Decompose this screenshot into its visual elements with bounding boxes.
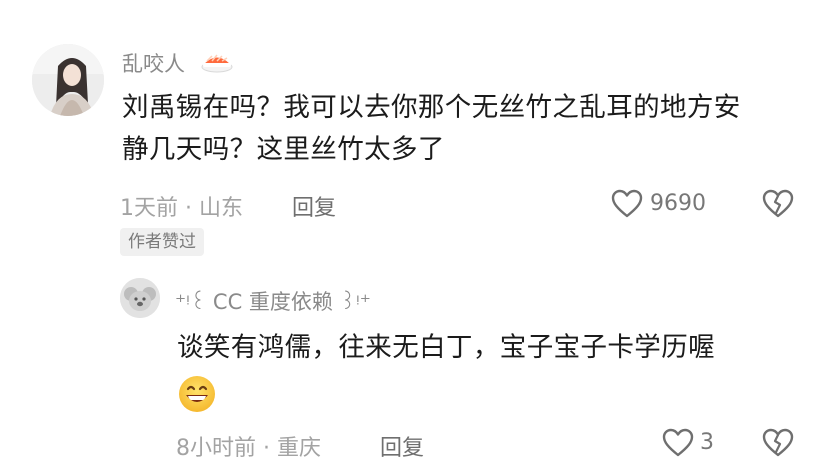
- reply-username[interactable]: ⁺ᵎ꒰ CC 重度依赖 ꒱ᵎ⁺: [175, 286, 371, 316]
- comment-meta: 1天前 · 山东: [120, 196, 243, 221]
- heart-outline-icon: [611, 189, 643, 218]
- like-count: 9690: [650, 191, 706, 216]
- comment-text: 刘禹锡在吗？我可以去你那个无丝竹之乱耳的地方安 静几天吗？这里丝竹太多了: [122, 92, 741, 165]
- user-avatar[interactable]: [32, 44, 104, 116]
- reply-reply-button[interactable]: 回复: [380, 430, 424, 462]
- comment-location: 山东: [198, 196, 243, 221]
- broken-heart-icon: [762, 189, 794, 218]
- like-button[interactable]: [611, 189, 643, 223]
- heart-outline-icon: [662, 428, 694, 457]
- comment-username[interactable]: 乱咬人: [122, 48, 185, 78]
- reply-text: 谈笑有鸿儒，往来无白丁，宝子宝子卡学历喔: [177, 332, 715, 363]
- reply-meta: 8小时前 · 重庆: [176, 436, 321, 461]
- dislike-button[interactable]: [762, 189, 794, 223]
- comment-time: 1天前: [120, 196, 178, 221]
- reply-avatar[interactable]: [120, 278, 160, 318]
- reply-like-button[interactable]: [662, 428, 694, 462]
- broken-heart-icon: [762, 428, 794, 457]
- reply-dislike-button[interactable]: [762, 428, 794, 462]
- author-liked-badge: 作者赞过: [120, 228, 204, 256]
- comment-reply-button[interactable]: 回复: [292, 190, 336, 222]
- grinning-face-emoji: [177, 374, 217, 418]
- reply-time: 8小时前: [176, 436, 256, 461]
- reply-like-count: 3: [700, 430, 714, 455]
- reply-location: 重庆: [276, 436, 321, 461]
- sushi-emoji: [200, 46, 234, 78]
- koala-avatar: [120, 278, 160, 318]
